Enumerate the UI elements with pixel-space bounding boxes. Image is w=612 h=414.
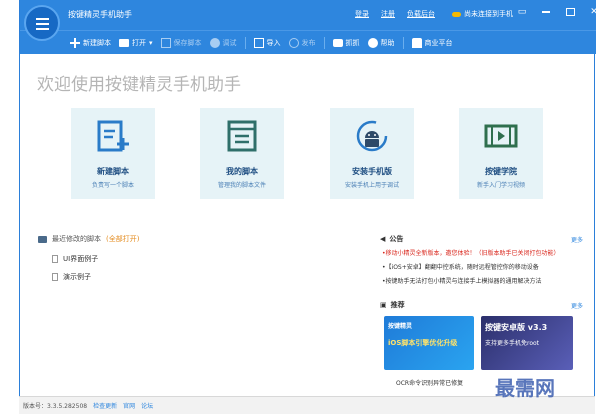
import-icon xyxy=(253,37,264,48)
phone-connection-status[interactable]: 尚未连接到手机 xyxy=(452,9,513,19)
import-button[interactable]: 导入 xyxy=(253,37,281,48)
promo-caption[interactable]: OCR命令识别异常已修复 xyxy=(396,378,463,387)
file-icon xyxy=(52,273,58,281)
toolbar-divider xyxy=(402,36,404,49)
minimize-icon[interactable] xyxy=(541,7,551,17)
tile-description: 管理我的脚本文件 xyxy=(217,182,266,189)
close-icon[interactable]: ✕ xyxy=(589,7,599,17)
plus-icon xyxy=(70,37,80,48)
toolbar-divider xyxy=(323,36,325,49)
notice-item[interactable]: •按键助手无法打包小精灵与连接手上模拟器的通用解决方法 xyxy=(382,276,542,285)
title-bar: 按键精灵手机助手 登录 注册 负载后台 尚未连接到手机 ▭ ✕ xyxy=(20,0,599,41)
recommend-header: ▣ 推荐 xyxy=(380,301,405,309)
promo-banner-ios[interactable]: 按键精灵 iOS脚本引擎优化升级 xyxy=(384,316,474,370)
phone-link-icon xyxy=(452,11,461,17)
tile-description: 负责写一个脚本 xyxy=(91,182,134,189)
new-script-button[interactable]: 新建脚本 xyxy=(70,37,111,48)
skin-icon[interactable]: ▭ xyxy=(517,7,527,17)
tile-new-script[interactable]: 新建脚本 负责写一个脚本 xyxy=(71,108,155,199)
tile-my-scripts[interactable]: 我的脚本 管理我的脚本文件 xyxy=(200,108,284,199)
forum-link[interactable]: 论坛 xyxy=(141,401,153,410)
dashboard-link[interactable]: 负载后台 xyxy=(407,9,435,19)
recommend-more-link[interactable]: 更多 xyxy=(571,301,583,310)
publish-icon xyxy=(288,37,299,48)
help-icon xyxy=(367,37,378,48)
promo-title: 按键精灵 xyxy=(388,323,413,330)
capture-button[interactable]: 抓抓 xyxy=(332,38,360,48)
check-update-link[interactable]: 检查更新 xyxy=(93,401,117,410)
promo-title: 按键安卓版 v3.3 xyxy=(485,323,548,332)
new-script-icon xyxy=(95,118,131,154)
login-link[interactable]: 登录 xyxy=(355,9,369,19)
tile-title: 安装手机版 xyxy=(352,167,392,176)
open-all-link[interactable]: (全部打开) xyxy=(106,234,139,244)
maximize-icon[interactable] xyxy=(565,7,575,17)
speaker-icon: ◀ xyxy=(380,235,386,243)
camera-icon xyxy=(332,38,343,47)
recent-scripts-header: 最近修改的脚本 (全部打开) xyxy=(38,234,139,244)
tile-install-mobile[interactable]: 安装手机版 安装手机上用于调试 xyxy=(330,108,414,199)
notice-header: ◀ 公告 xyxy=(380,235,404,243)
tile-title: 我的脚本 xyxy=(226,167,258,176)
recent-scripts-title: 最近修改的脚本 xyxy=(52,235,101,243)
toolbar-divider xyxy=(244,36,246,49)
promo-body: 支持更多手机免root xyxy=(485,340,540,347)
promo-body: iOS脚本引擎优化升级 xyxy=(388,339,458,347)
android-icon xyxy=(354,118,390,154)
play-icon xyxy=(209,37,220,48)
folder-icon xyxy=(119,38,129,47)
list-item[interactable]: UI界面例子 xyxy=(52,254,98,264)
store-icon xyxy=(411,37,422,48)
folder-icon xyxy=(38,235,47,243)
tile-title: 新建脚本 xyxy=(97,167,129,176)
app-menu-icon[interactable] xyxy=(24,5,60,41)
publish-button[interactable]: 发布 xyxy=(288,37,316,48)
open-button[interactable]: 打开 ▾ xyxy=(119,38,153,48)
watermark: 最需网 xyxy=(495,376,555,400)
debug-button[interactable]: 调试 xyxy=(209,37,237,48)
monitor-icon: ▣ xyxy=(380,301,387,309)
tile-description: 新手入门学习视频 xyxy=(476,182,525,189)
app-title: 按键精灵手机助手 xyxy=(68,10,132,19)
promo-banner-android[interactable]: 按键安卓版 v3.3 支持更多手机免root xyxy=(481,316,573,370)
save-icon xyxy=(160,37,171,48)
notice-more-link[interactable]: 更多 xyxy=(571,235,583,244)
tile-title: 按键学院 xyxy=(485,167,517,176)
website-link[interactable]: 官网 xyxy=(123,401,135,410)
version-label: 版本号：3.3.5.282508 xyxy=(23,403,88,410)
chevron-down-icon: ▾ xyxy=(149,38,153,47)
welcome-heading: 欢迎使用按键精灵手机助手 xyxy=(37,75,241,95)
register-link[interactable]: 注册 xyxy=(381,9,395,19)
toolbar: 新建脚本 打开 ▾ 保存脚本 调试 导入 发布 抓抓 帮助 商业平台 xyxy=(20,30,596,54)
video-icon xyxy=(483,118,519,154)
notice-item[interactable]: •移动小精灵全新版本，邀您体验！（旧版本助手已关闭打包功能） xyxy=(382,248,560,257)
store-button[interactable]: 商业平台 xyxy=(411,37,453,48)
save-button[interactable]: 保存脚本 xyxy=(160,37,202,48)
tile-academy[interactable]: 按键学院 新手入门学习视频 xyxy=(459,108,543,199)
help-button[interactable]: 帮助 xyxy=(367,37,395,48)
script-list-icon xyxy=(224,118,260,154)
notice-item[interactable]: •【iOS+安卓】翻翻中控系统，随时远程管控你的移动设备 xyxy=(382,262,539,271)
file-icon xyxy=(52,255,58,263)
list-item[interactable]: 演示例子 xyxy=(52,272,91,282)
phone-status-label: 尚未连接到手机 xyxy=(464,10,513,18)
tile-description: 安装手机上用于调试 xyxy=(344,182,399,189)
